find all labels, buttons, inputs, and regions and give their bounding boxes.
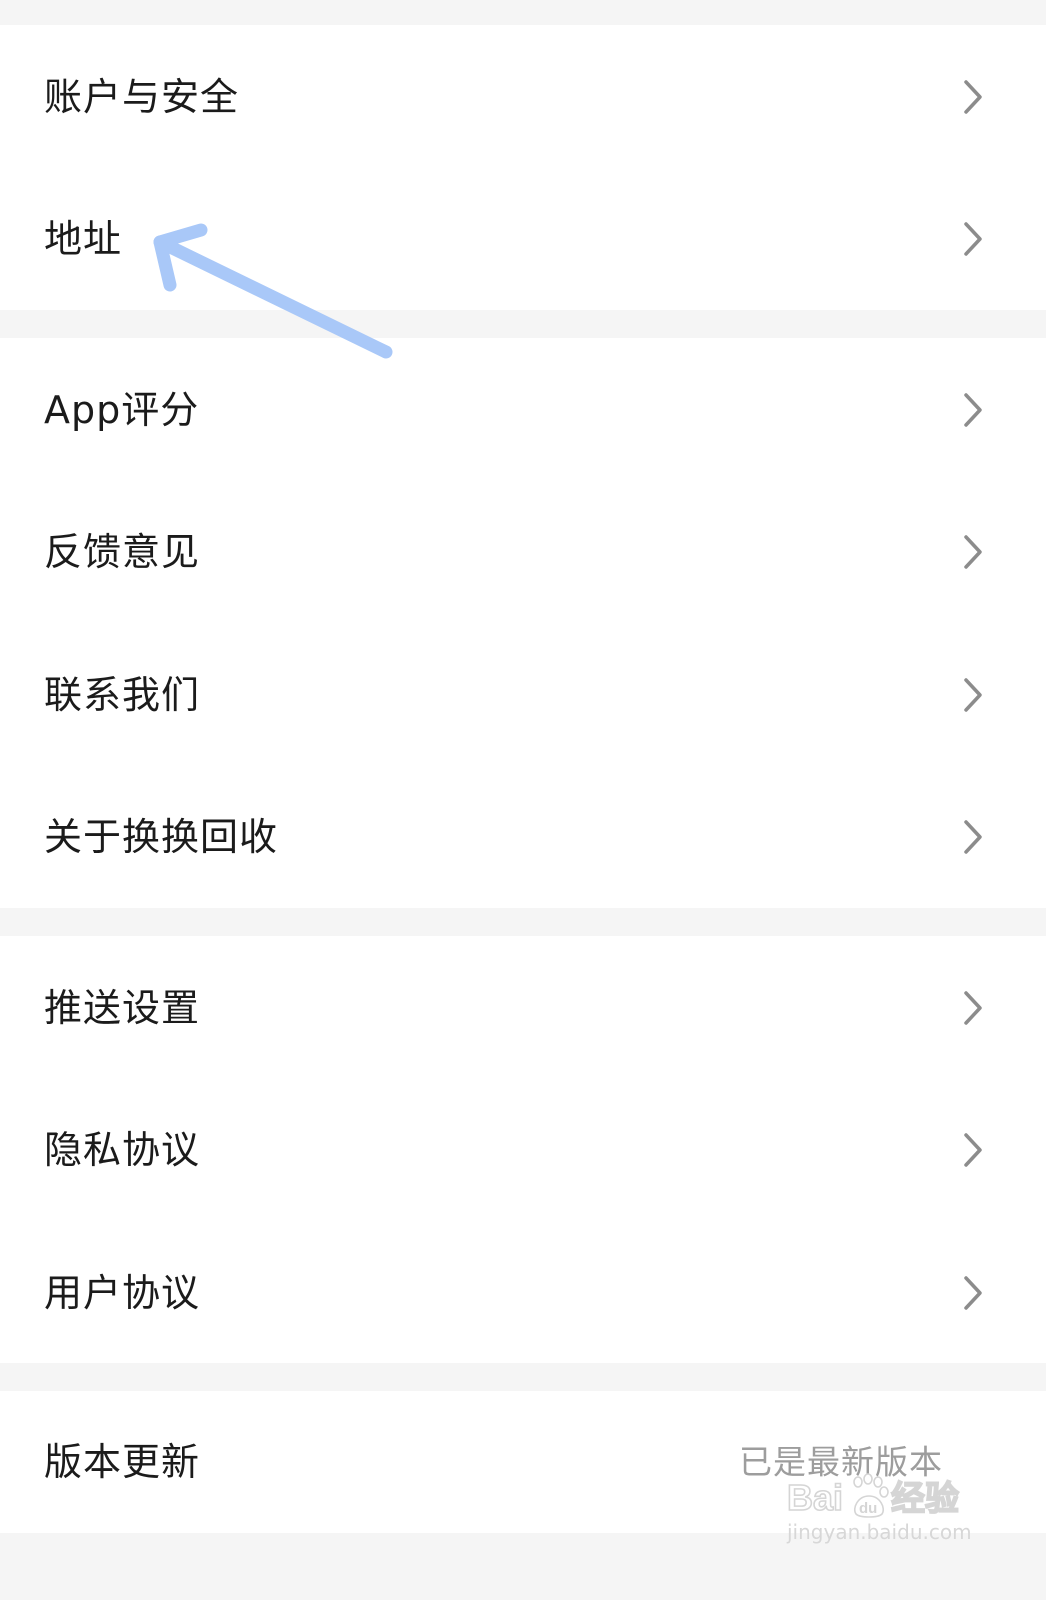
settings-row-feedback[interactable]: 反馈意见 bbox=[0, 480, 1046, 623]
chevron-right-icon bbox=[962, 221, 984, 257]
settings-row-label: 推送设置 bbox=[44, 985, 201, 1030]
settings-row-label: 账户与安全 bbox=[44, 74, 240, 119]
settings-row-address[interactable]: 地址 bbox=[0, 167, 1046, 310]
chevron-right-icon bbox=[962, 990, 984, 1026]
settings-screen: { "settings": { "groups": [ { "items": [… bbox=[0, 0, 1046, 1600]
settings-row-label: App评分 bbox=[44, 387, 200, 432]
settings-row-contact-us[interactable]: 联系我们 bbox=[0, 623, 1046, 766]
settings-row-label: 版本更新 bbox=[44, 1440, 201, 1484]
settings-group-legal: 推送设置 隐私协议 用户协议 bbox=[0, 936, 1046, 1363]
chevron-right-icon bbox=[962, 819, 984, 855]
version-status-text: 已是最新版本 bbox=[739, 1442, 943, 1482]
chevron-right-icon bbox=[962, 392, 984, 428]
settings-row-user-agreement[interactable]: 用户协议 bbox=[0, 1221, 1046, 1364]
settings-row-account-security[interactable]: 账户与安全 bbox=[0, 25, 1046, 168]
chevron-right-icon bbox=[962, 79, 984, 115]
chevron-right-icon bbox=[962, 1132, 984, 1168]
settings-group-support: App评分 反馈意见 联系我们 关于换换回收 bbox=[0, 338, 1046, 908]
settings-row-label: 隐私协议 bbox=[44, 1127, 201, 1172]
chevron-right-icon bbox=[962, 1275, 984, 1311]
settings-group-version: 版本更新 已是最新版本 bbox=[0, 1391, 1046, 1533]
chevron-right-icon bbox=[962, 534, 984, 570]
settings-row-label: 反馈意见 bbox=[44, 529, 201, 574]
settings-row-app-rating[interactable]: App评分 bbox=[0, 338, 1046, 481]
settings-row-push-settings[interactable]: 推送设置 bbox=[0, 936, 1046, 1079]
settings-row-version-update[interactable]: 版本更新 已是最新版本 bbox=[0, 1391, 1046, 1533]
settings-row-label: 地址 bbox=[44, 216, 123, 261]
settings-row-about[interactable]: 关于换换回收 bbox=[0, 765, 1046, 908]
settings-row-privacy-policy[interactable]: 隐私协议 bbox=[0, 1078, 1046, 1221]
chevron-right-icon bbox=[962, 677, 984, 713]
settings-row-label: 用户协议 bbox=[44, 1270, 201, 1315]
settings-row-label: 关于换换回收 bbox=[44, 814, 279, 859]
settings-group-account: 账户与安全 地址 bbox=[0, 25, 1046, 310]
settings-row-label: 联系我们 bbox=[44, 672, 201, 717]
